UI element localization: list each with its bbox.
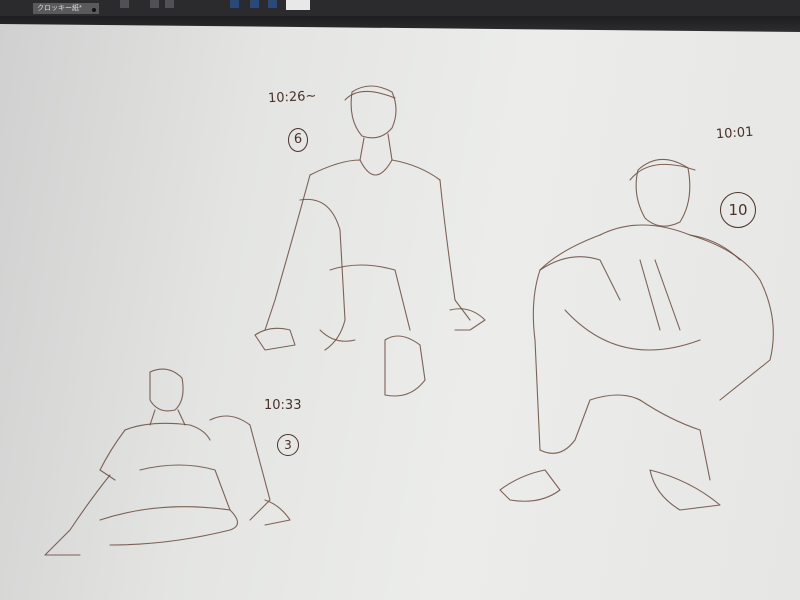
time-label: 10:33 (264, 398, 302, 413)
duration-badge: 3 (277, 434, 299, 456)
sketch-layer (44, 85, 774, 556)
time-label: 10:26~ (267, 88, 317, 107)
time-label: 10:01 (715, 124, 754, 143)
duration-badge: 10 (720, 192, 756, 228)
duration-badge: 6 (288, 128, 308, 152)
figure-sketch-reclining (44, 368, 291, 556)
